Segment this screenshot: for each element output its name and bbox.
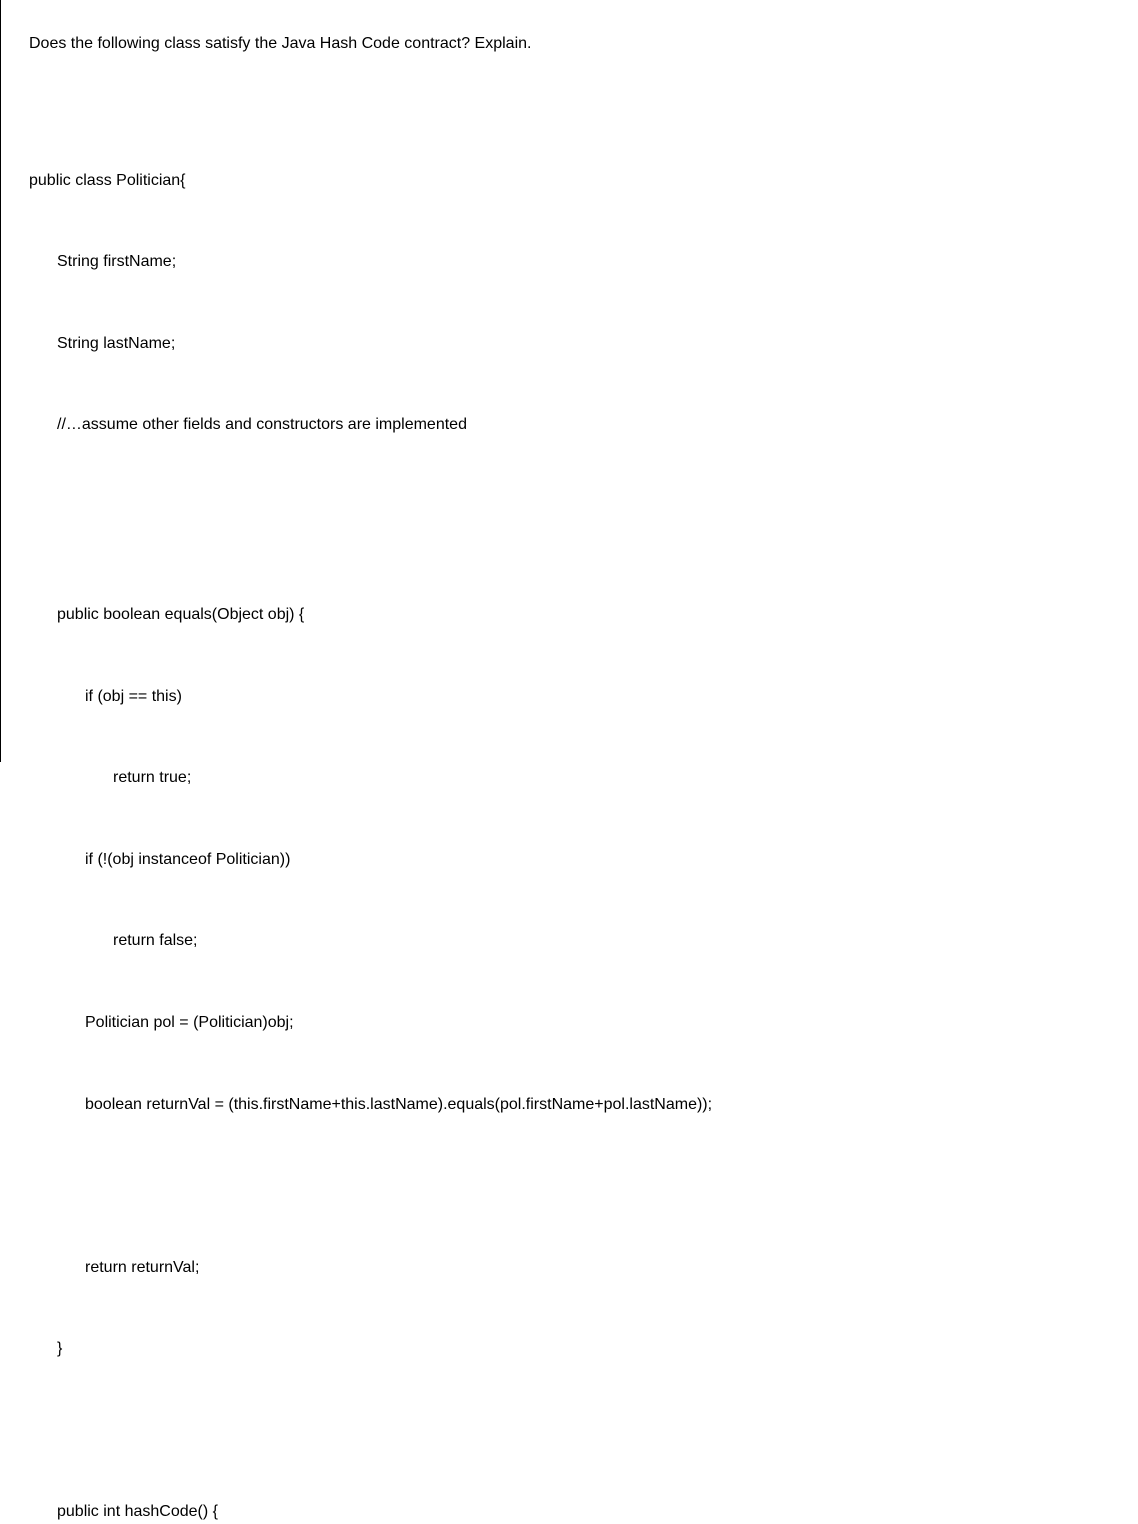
code-line: public int hashCode() { [29,1498,1118,1524]
code-line: boolean returnVal = (this.firstName+this… [29,1091,1118,1118]
code-line: } [29,1335,1118,1362]
code-line: public boolean equals(Object obj) { [29,601,1118,628]
blank-line [29,493,1118,547]
code-line: String lastName; [29,330,1118,357]
blank-line [29,1417,1118,1444]
code-line: return returnVal; [29,1254,1118,1281]
code-line: String firstName; [29,248,1118,275]
code-line: if (obj == this) [29,683,1118,710]
code-block: public class Politician{ String firstNam… [29,112,1118,1524]
code-line: return true; [29,764,1118,791]
code-line: Politician pol = (Politician)obj; [29,1009,1118,1036]
code-line: if (!(obj instanceof Politician)) [29,846,1118,873]
blank-line [29,1172,1118,1199]
question-text: Does the following class satisfy the Jav… [29,30,1118,57]
code-line: return false; [29,927,1118,954]
code-line: public class Politician{ [29,167,1118,194]
code-line: //…assume other fields and constructors … [29,411,1118,438]
